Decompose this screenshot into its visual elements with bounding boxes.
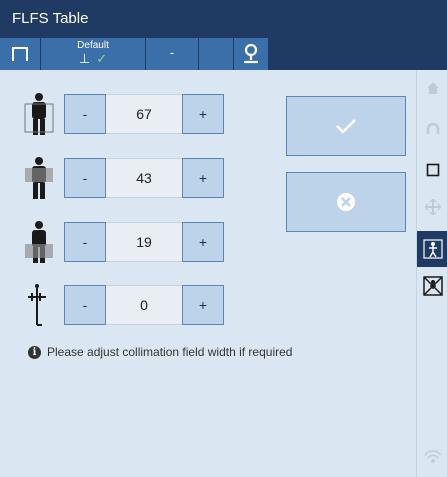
- move-cross-icon: [424, 199, 441, 215]
- home-icon: [426, 82, 439, 94]
- tab-table[interactable]: [0, 38, 41, 70]
- sidebar-home[interactable]: [417, 70, 447, 106]
- close-circle-icon: [337, 193, 355, 211]
- minus-button[interactable]: -: [64, 222, 106, 262]
- value-display: 67: [106, 94, 182, 134]
- cancel-button[interactable]: [286, 172, 406, 232]
- minus-button[interactable]: -: [64, 285, 106, 325]
- body-scan-icon: [422, 239, 443, 259]
- needle-column-icon: [28, 284, 46, 326]
- plus-button[interactable]: +: [182, 222, 224, 262]
- checkmark-icon: [336, 119, 356, 134]
- value-display: 43: [106, 158, 182, 198]
- person-upper-body-icon: [25, 157, 53, 199]
- tab-dash-label: -: [169, 45, 175, 60]
- sidebar-no-scatter[interactable]: [417, 268, 447, 304]
- window-title: FLFS Table: [12, 10, 89, 27]
- table-height-check-icon: ⊥ ✓: [78, 51, 108, 66]
- tab-dash[interactable]: -: [146, 38, 199, 70]
- tab-blank[interactable]: [199, 38, 234, 70]
- info-text: Please adjust collimation field width if…: [47, 345, 293, 359]
- plus-button[interactable]: +: [182, 285, 224, 325]
- minus-button[interactable]: -: [64, 94, 106, 134]
- person-full-body-icon: [24, 93, 54, 135]
- tab-default[interactable]: Default ⊥ ✓: [41, 38, 146, 70]
- tab-default-label: Default: [77, 40, 109, 51]
- right-sidebar: [416, 70, 447, 477]
- magnet-icon: [426, 122, 439, 134]
- sidebar-square[interactable]: [417, 152, 447, 188]
- info-icon: i: [28, 345, 41, 359]
- value-display: 0: [106, 285, 182, 325]
- tab-row: Default ⊥ ✓ -: [0, 38, 447, 70]
- minus-button[interactable]: -: [64, 158, 106, 198]
- plus-button[interactable]: +: [182, 94, 224, 134]
- sidebar-body-scan[interactable]: [417, 231, 447, 267]
- tab-location[interactable]: [234, 38, 269, 70]
- sidebar-magnet[interactable]: [417, 111, 447, 147]
- sidebar-move[interactable]: [417, 189, 447, 225]
- title-bar: FLFS Table Default ⊥ ✓ -: [0, 0, 447, 70]
- square-icon: [426, 163, 439, 177]
- no-scatter-icon: [422, 276, 443, 296]
- person-lower-body-icon: [25, 221, 53, 263]
- value-display: 19: [106, 222, 182, 262]
- info-message: i Please adjust collimation field width …: [28, 345, 292, 359]
- sidebar-wireless[interactable]: [417, 439, 447, 475]
- plus-button[interactable]: +: [182, 158, 224, 198]
- table-icon: [12, 47, 28, 61]
- wireless-icon: [423, 450, 442, 463]
- confirm-button[interactable]: [286, 96, 406, 156]
- location-pin-icon: [244, 43, 258, 64]
